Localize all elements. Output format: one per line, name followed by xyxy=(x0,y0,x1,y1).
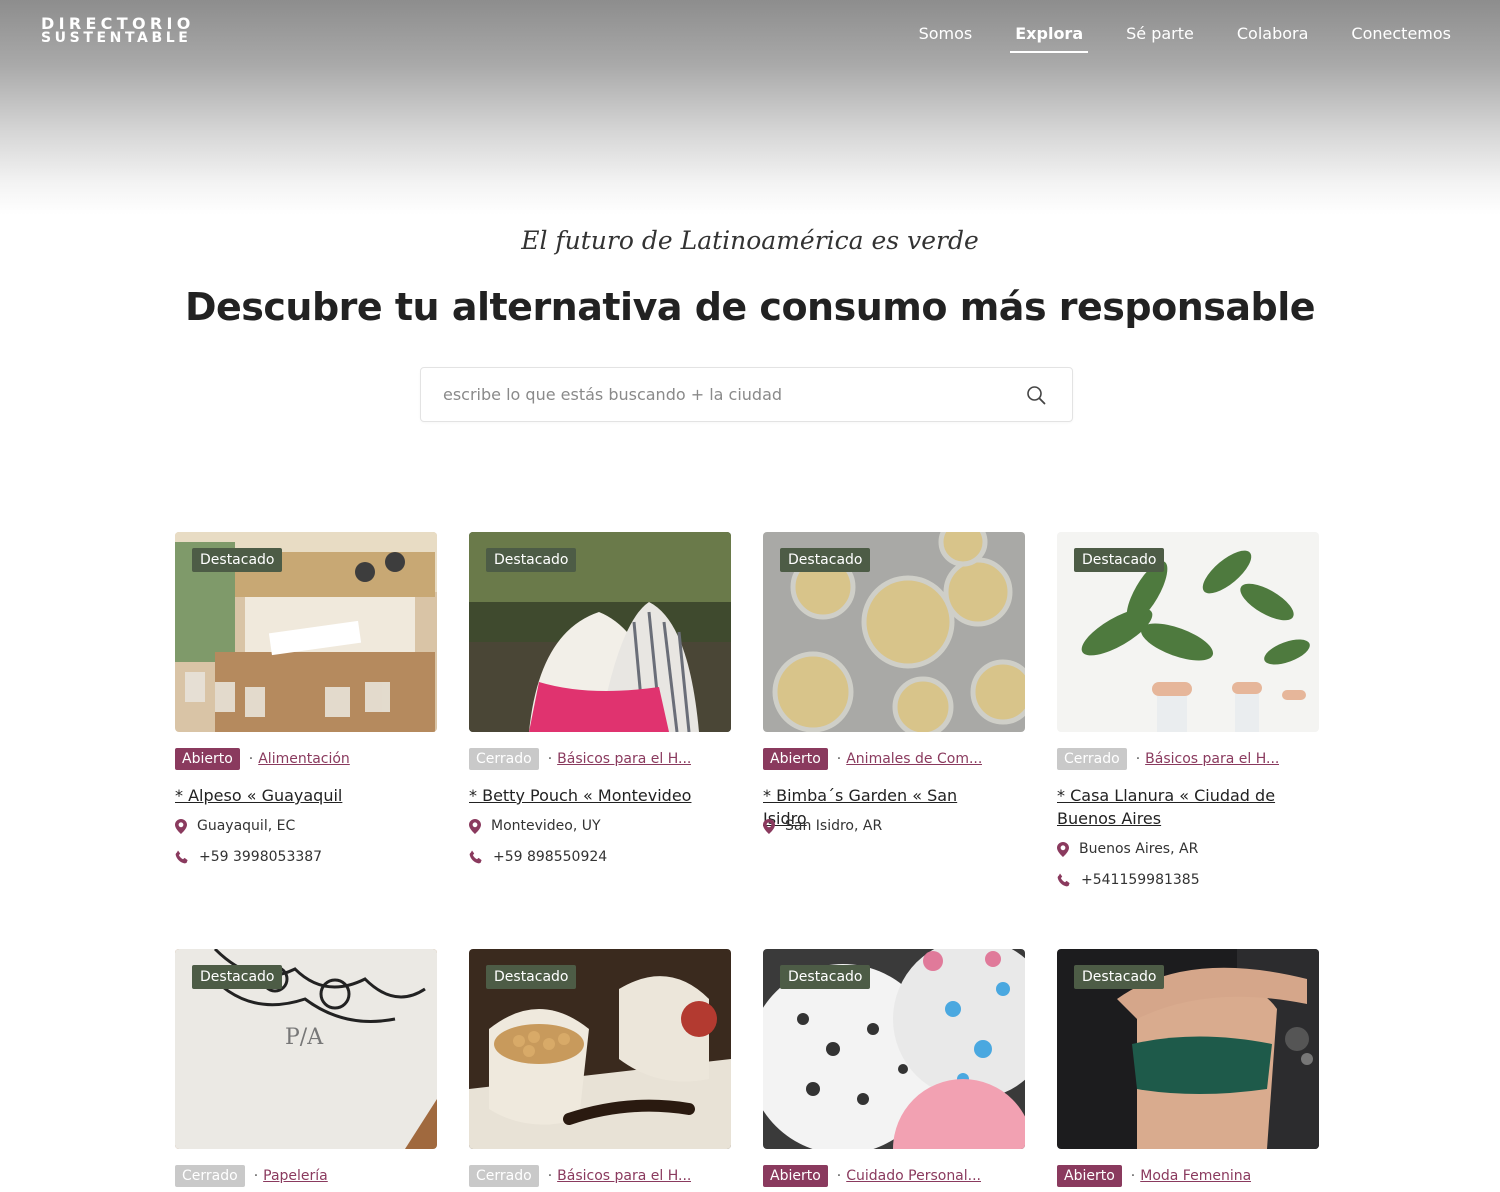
phone-icon xyxy=(175,850,188,864)
listing-image[interactable]: Destacado xyxy=(763,949,1025,1149)
listing-image[interactable]: Destacado xyxy=(763,532,1025,732)
listing-meta: Cerrado · Básicos para el H... xyxy=(469,748,731,770)
category-link[interactable]: Básicos para el H... xyxy=(1145,751,1279,767)
separator: · xyxy=(547,751,553,767)
map-pin-icon xyxy=(1057,841,1069,857)
svg-text:P/A: P/A xyxy=(285,1025,324,1050)
separator: · xyxy=(248,751,254,767)
featured-badge: Destacado xyxy=(780,548,871,572)
tagline: El futuro de Latinoamérica es verde xyxy=(521,226,979,255)
page-title: Descubre tu alternativa de consumo más r… xyxy=(184,285,1316,329)
listing-meta: Cerrado · Papelería xyxy=(175,1165,437,1187)
map-pin-icon xyxy=(469,818,481,834)
listing-card: Destacado Cerrado · Básicos para el H...… xyxy=(1057,532,1319,888)
listing-location: Guayaquil, EC xyxy=(175,818,295,834)
category-link[interactable]: Cuidado Personal... xyxy=(846,1168,981,1184)
separator: · xyxy=(1130,1168,1136,1184)
status-badge: Cerrado xyxy=(1057,748,1127,770)
listing-image[interactable]: P/A Destacado xyxy=(175,949,437,1149)
listing-image[interactable]: Destacado xyxy=(469,532,731,732)
listing-location: San Isidro, AR xyxy=(763,818,882,834)
listing-location: Montevideo, UY xyxy=(469,818,601,834)
listing-image[interactable]: Destacado xyxy=(1057,949,1319,1149)
listing-meta: Cerrado · Básicos para el H... xyxy=(469,1165,731,1187)
search-input[interactable] xyxy=(421,368,1001,421)
category-link[interactable]: Alimentación xyxy=(258,751,350,767)
status-badge: Abierto xyxy=(175,748,240,770)
separator: · xyxy=(547,1168,553,1184)
status-badge: Abierto xyxy=(1057,1165,1122,1187)
listing-image[interactable]: Destacado xyxy=(175,532,437,732)
separator: · xyxy=(836,1168,842,1184)
phone-icon xyxy=(469,850,482,864)
listing-meta: Abierto · Cuidado Personal... xyxy=(763,1165,1025,1187)
category-link[interactable]: Moda Femenina xyxy=(1140,1168,1251,1184)
listing-card: Destacado Cerrado · Básicos para el H...… xyxy=(469,532,731,865)
featured-badge: Destacado xyxy=(780,965,871,989)
listing-phone[interactable]: +541159981385 xyxy=(1057,872,1200,888)
listing-card: Destacado Abierto · Cuidado Personal... xyxy=(763,949,1025,1187)
listing-phone[interactable]: +59 3998053387 xyxy=(175,849,322,865)
location-text: Guayaquil, EC xyxy=(197,818,296,834)
listing-location: Buenos Aires, AR xyxy=(1057,841,1198,857)
category-link[interactable]: Papelería xyxy=(263,1168,328,1184)
nav-somos[interactable]: Somos xyxy=(914,24,978,53)
search-icon[interactable] xyxy=(1026,385,1046,405)
featured-badge: Destacado xyxy=(1074,548,1165,572)
location-text: Buenos Aires, AR xyxy=(1079,841,1199,857)
map-pin-icon xyxy=(175,818,187,834)
listing-meta: Cerrado · Básicos para el H... xyxy=(1057,748,1319,770)
listing-card: Destacado Abierto · Alimentación * Alpes… xyxy=(175,532,437,865)
site-logo[interactable]: DIRECTORIO SUSTENTABLE xyxy=(41,16,195,46)
main-nav: Somos Explora Sé parte Colabora Conectem… xyxy=(881,24,1456,53)
featured-badge: Destacado xyxy=(486,548,577,572)
separator: · xyxy=(1135,751,1141,767)
phone-icon xyxy=(1057,873,1070,887)
map-pin-icon xyxy=(763,818,775,834)
separator: · xyxy=(836,751,842,767)
featured-badge: Destacado xyxy=(192,965,283,989)
listing-title[interactable]: * Alpeso « Guayaquil xyxy=(175,784,415,807)
listing-card: Destacado Abierto · Animales de Com... *… xyxy=(763,532,1025,834)
nav-conectemos[interactable]: Conectemos xyxy=(1346,24,1456,53)
nav-explora[interactable]: Explora xyxy=(1010,24,1089,53)
listing-card: P/A Destacado Cerrado · Papelería xyxy=(175,949,437,1187)
listing-image[interactable]: Destacado xyxy=(469,949,731,1149)
status-badge: Abierto xyxy=(763,748,828,770)
status-badge: Abierto xyxy=(763,1165,828,1187)
phone-text: +59 898550924 xyxy=(493,849,608,865)
listing-card: Destacado Cerrado · Básicos para el H... xyxy=(469,949,731,1187)
site-header: DIRECTORIO SUSTENTABLE Somos Explora Sé … xyxy=(0,0,1500,215)
featured-badge: Destacado xyxy=(1074,965,1165,989)
phone-text: +59 3998053387 xyxy=(199,849,323,865)
listing-image[interactable]: Destacado xyxy=(1057,532,1319,732)
status-badge: Cerrado xyxy=(175,1165,245,1187)
status-badge: Cerrado xyxy=(469,1165,539,1187)
listing-title[interactable]: * Casa Llanura « Ciudad de Buenos Aires xyxy=(1057,784,1297,830)
category-link[interactable]: Básicos para el H... xyxy=(557,751,691,767)
search-box xyxy=(420,367,1073,422)
logo-line-2: SUSTENTABLE xyxy=(41,30,192,46)
status-badge: Cerrado xyxy=(469,748,539,770)
location-text: Montevideo, UY xyxy=(491,818,601,834)
listing-phone[interactable]: +59 898550924 xyxy=(469,849,607,865)
nav-colabora[interactable]: Colabora xyxy=(1232,24,1314,53)
phone-text: +541159981385 xyxy=(1081,872,1200,888)
listing-card: Destacado Abierto · Moda Femenina xyxy=(1057,949,1319,1187)
category-link[interactable]: Animales de Com... xyxy=(846,751,982,767)
nav-se-parte[interactable]: Sé parte xyxy=(1121,24,1199,53)
listing-meta: Abierto · Animales de Com... xyxy=(763,748,1025,770)
listing-meta: Abierto · Moda Femenina xyxy=(1057,1165,1319,1187)
location-text: San Isidro, AR xyxy=(785,818,883,834)
listing-meta: Abierto · Alimentación xyxy=(175,748,437,770)
category-link[interactable]: Básicos para el H... xyxy=(557,1168,691,1184)
separator: · xyxy=(253,1168,259,1184)
listing-title[interactable]: * Betty Pouch « Montevideo xyxy=(469,784,709,807)
logo-line-1: DIRECTORIO xyxy=(41,14,195,33)
featured-badge: Destacado xyxy=(486,965,577,989)
featured-badge: Destacado xyxy=(192,548,283,572)
